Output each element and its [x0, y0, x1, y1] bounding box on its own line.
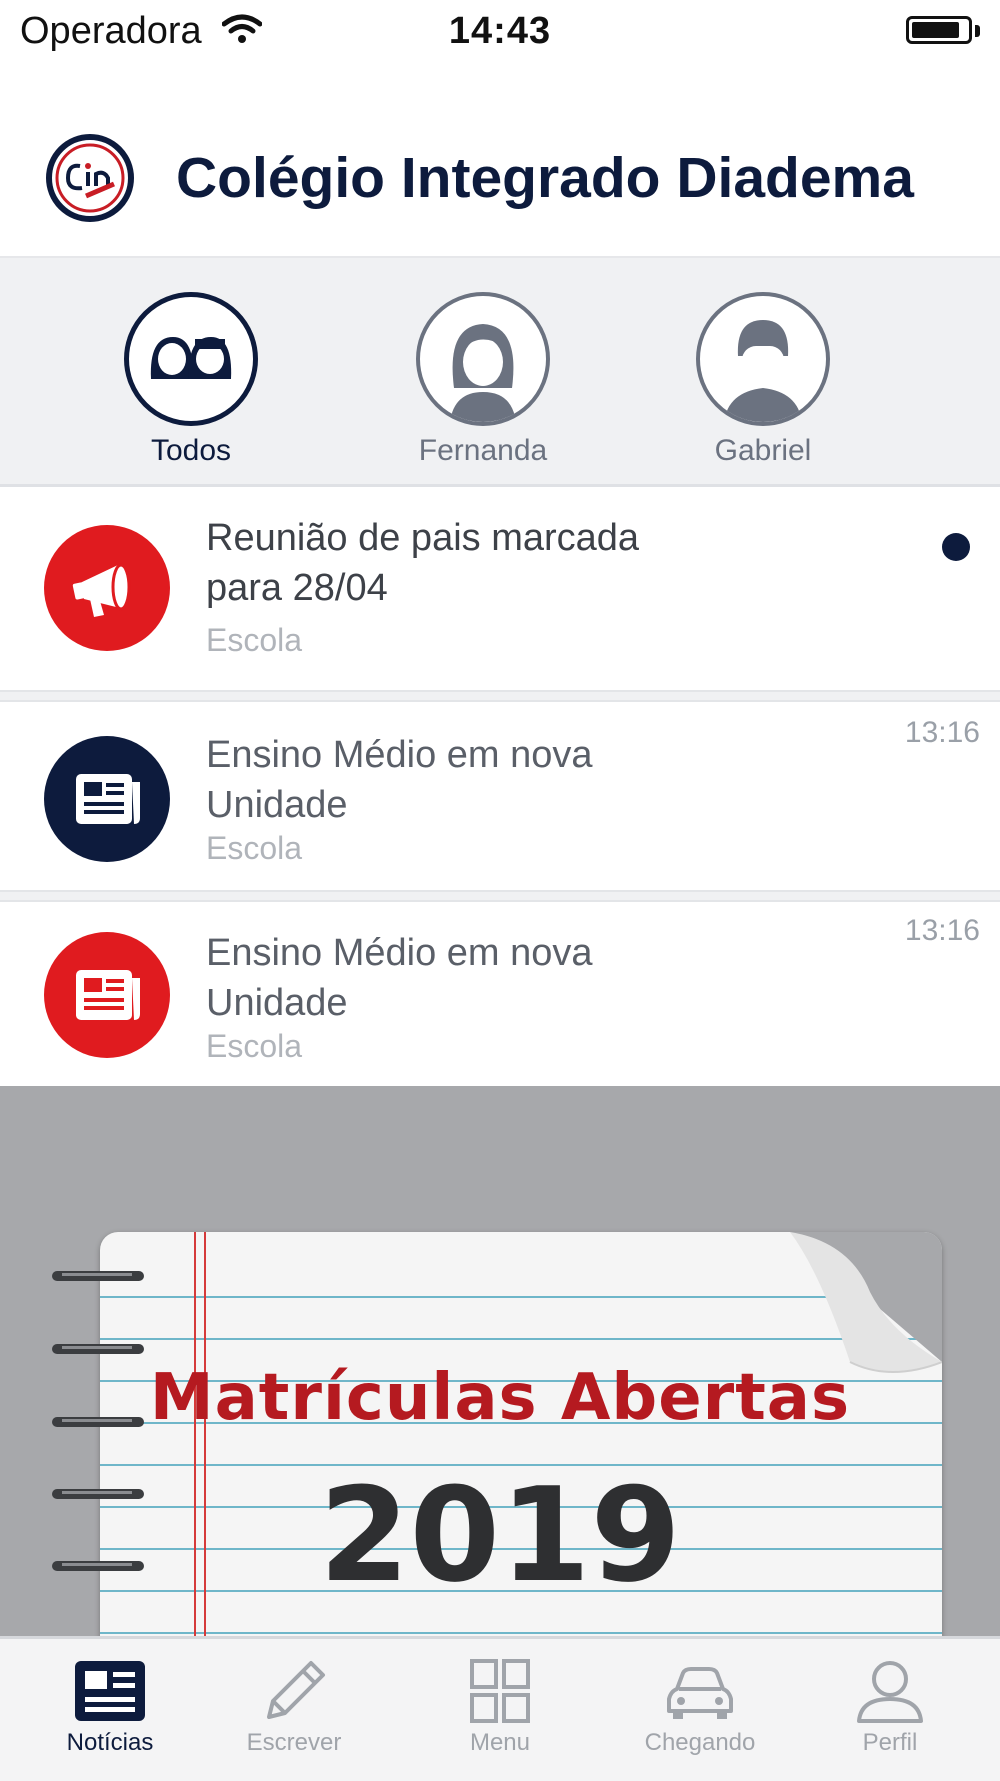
grid-icon — [470, 1659, 530, 1723]
news-title-line: Ensino Médio em nova — [206, 734, 593, 776]
person-icon — [857, 1661, 923, 1723]
student-filter: Todos Fernanda Gabriel — [0, 258, 1000, 487]
news-time: 13:16 — [904, 914, 980, 947]
school-name: Colégio Integrado Diadema — [176, 146, 914, 210]
student-label-gabriel: Gabriel — [714, 434, 812, 467]
student-label-todos: Todos — [150, 434, 232, 467]
tab-label: Chegando — [644, 1729, 756, 1756]
student-filter-todos[interactable]: Todos — [116, 292, 266, 468]
two-people-icon — [124, 292, 258, 426]
news-item[interactable]: Ensino Médio em nova Unidade Escola 13:1… — [0, 702, 1000, 890]
status-time: 14:43 — [448, 10, 552, 52]
car-icon — [667, 1667, 733, 1719]
list-divider — [0, 890, 1000, 902]
news-source: Escola — [206, 830, 303, 866]
tab-label: Menu — [469, 1729, 531, 1756]
tab-label: Notícias — [66, 1729, 154, 1756]
tab-label: Escrever — [246, 1729, 342, 1756]
tab-escrever[interactable]: Escrever — [204, 1659, 384, 1757]
school-logo — [46, 134, 134, 222]
enrollment-banner[interactable]: Matrículas Abertas 2019 — [0, 1086, 1000, 1636]
student-filter-fernanda[interactable]: Fernanda — [408, 292, 558, 468]
girl-avatar-icon — [416, 292, 550, 426]
news-title: Ensino Médio em nova Unidade — [206, 928, 766, 1028]
student-filter-gabriel[interactable]: Gabriel — [688, 292, 838, 468]
battery-tip — [975, 25, 980, 37]
battery-icon — [906, 16, 972, 44]
student-label-fernanda: Fernanda — [418, 434, 548, 467]
news-title-line: Reunião de pais marcada — [206, 517, 640, 559]
news-item[interactable]: Reunião de pais marcada para 28/04 Escol… — [0, 487, 1000, 690]
banner-title: Matrículas Abertas — [149, 1361, 851, 1435]
news-title-line: Ensino Médio em nova — [206, 932, 593, 974]
tab-menu[interactable]: Menu — [410, 1659, 590, 1757]
tab-chegando[interactable]: Chegando — [610, 1659, 790, 1757]
unread-indicator — [942, 533, 970, 561]
spiral-ring — [52, 1271, 144, 1281]
tab-label: Perfil — [862, 1729, 918, 1756]
boy-avatar-icon — [696, 292, 830, 426]
tab-bar: Notícias Escrever Menu Chegando Perfil — [0, 1636, 1000, 1781]
tab-perfil[interactable]: Perfil — [800, 1659, 980, 1757]
news-title: Reunião de pais marcada para 28/04 — [206, 513, 766, 613]
spiral-ring — [52, 1344, 144, 1354]
status-bar: Operadora 14:43 — [0, 0, 1000, 70]
megaphone-icon — [44, 525, 170, 651]
banner-year: 2019 — [319, 1459, 681, 1611]
list-divider — [0, 690, 1000, 702]
page-curl — [790, 1232, 942, 1373]
news-source: Escola — [206, 1028, 303, 1064]
newspaper-icon — [44, 932, 170, 1058]
news-item[interactable]: Ensino Médio em nova Unidade Escola 13:1… — [0, 902, 1000, 1086]
news-title-line: para 28/04 — [206, 567, 388, 609]
news-title-line: Unidade — [206, 982, 348, 1024]
pencil-icon — [267, 1661, 325, 1719]
tab-noticias[interactable]: Notícias — [20, 1659, 200, 1757]
news-tab-icon — [75, 1661, 145, 1721]
news-title: Ensino Médio em nova Unidade — [206, 730, 766, 830]
news-title-line: Unidade — [206, 784, 348, 826]
news-time: 13:16 — [904, 716, 980, 749]
newspaper-icon — [44, 736, 170, 862]
news-source: Escola — [206, 622, 303, 658]
